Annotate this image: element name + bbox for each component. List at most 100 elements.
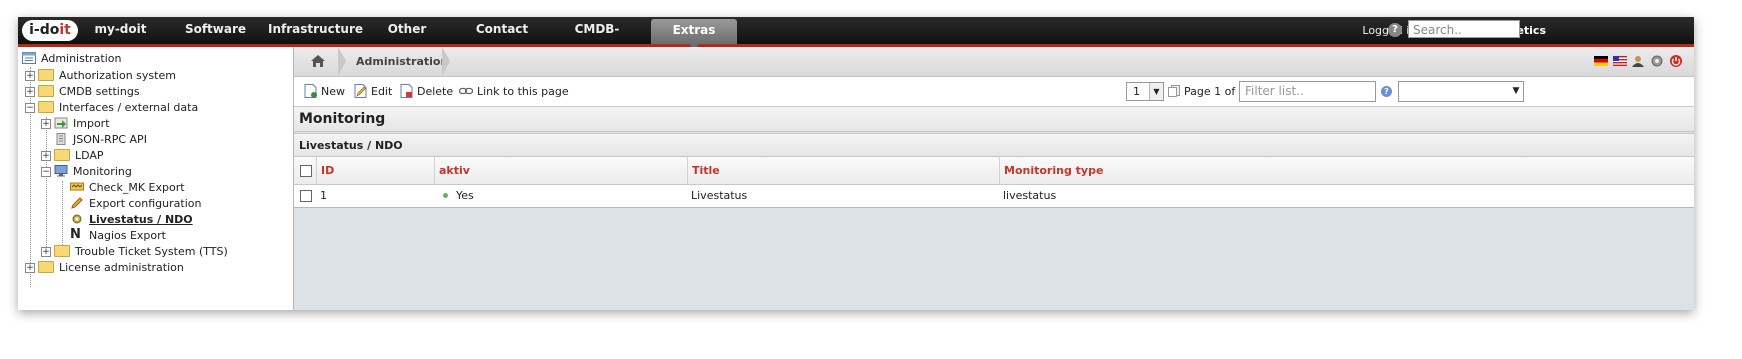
tree-label: Administration bbox=[41, 52, 122, 65]
column-header-id[interactable]: ID bbox=[316, 157, 434, 184]
nav-infrastructure[interactable]: Infrastructure bbox=[268, 17, 363, 44]
edit-button[interactable]: Edit bbox=[354, 77, 392, 106]
folder-icon bbox=[38, 69, 54, 81]
expand-icon[interactable]: + bbox=[41, 119, 51, 129]
tree-item-livestatus-ndo[interactable]: Livestatus / NDO bbox=[70, 212, 193, 228]
page-select-value: 1 bbox=[1133, 85, 1140, 98]
logo-text: i-do bbox=[29, 22, 60, 38]
i-doit-logo[interactable]: i-doit bbox=[22, 20, 78, 41]
column-header-monitoring-type[interactable]: Monitoring type bbox=[999, 157, 1694, 184]
section-title: Monitoring bbox=[294, 107, 1694, 132]
nav-extras[interactable]: Extras bbox=[651, 19, 737, 50]
tree-label: Trouble Ticket System (TTS) bbox=[75, 245, 228, 258]
chevron-down-icon: ▼ bbox=[1512, 86, 1520, 96]
pages-icon bbox=[1168, 85, 1180, 97]
logo-text-accent: it bbox=[59, 22, 71, 38]
app-window: i-doit my-doit Software Infrastructure O… bbox=[18, 17, 1694, 310]
german-flag-icon bbox=[1594, 56, 1608, 66]
tree-root-administration[interactable]: Administration bbox=[22, 51, 122, 67]
folder-icon bbox=[38, 261, 54, 273]
delete-label: Delete bbox=[417, 85, 454, 98]
row-checkbox[interactable] bbox=[300, 190, 312, 202]
link-icon bbox=[459, 87, 473, 95]
tree-line bbox=[30, 67, 31, 287]
status-dot-icon bbox=[443, 192, 448, 198]
page-info: Page 1 of 1 bbox=[1168, 77, 1246, 106]
tree-item-ldap[interactable]: LDAP bbox=[54, 148, 104, 164]
info-icon[interactable]: ? bbox=[1388, 23, 1402, 37]
tree-item-export-configuration[interactable]: Export configuration bbox=[70, 196, 201, 212]
filter-list-input[interactable]: Filter list.. bbox=[1239, 81, 1376, 102]
tree-label: Livestatus / NDO bbox=[89, 213, 193, 226]
search-input[interactable]: Search.. bbox=[1408, 20, 1520, 38]
tree-label: JSON-RPC API bbox=[73, 133, 147, 146]
chevron-down-icon: ▼ bbox=[1149, 83, 1163, 100]
tree-item-authorization[interactable]: Authorization system bbox=[38, 68, 176, 84]
nagios-n-icon: N bbox=[70, 227, 81, 242]
section-subtitle: Livestatus / NDO bbox=[294, 133, 1694, 157]
settings-gear-icon bbox=[1651, 55, 1663, 67]
select-all-checkbox[interactable] bbox=[300, 165, 312, 177]
folder-open-icon bbox=[38, 101, 54, 113]
delete-button[interactable]: Delete bbox=[400, 77, 453, 106]
nav-contact[interactable]: Contact bbox=[465, 17, 539, 44]
tree-item-json-rpc-api[interactable]: JSON-RPC API bbox=[54, 132, 147, 148]
column-header-aktiv[interactable]: aktiv bbox=[434, 157, 687, 184]
language-and-user-icons bbox=[1594, 55, 1682, 67]
link-to-page-button[interactable]: Link to this page bbox=[459, 77, 569, 106]
tree-item-nagios-export[interactable]: N Nagios Export bbox=[70, 228, 166, 244]
expand-icon[interactable]: + bbox=[25, 71, 35, 81]
expand-icon[interactable]: + bbox=[25, 87, 35, 97]
expand-icon[interactable]: + bbox=[25, 263, 35, 273]
us-flag-icon bbox=[1612, 55, 1628, 67]
edit-document-icon bbox=[354, 84, 367, 98]
filter-column-select[interactable]: ▼ bbox=[1398, 81, 1524, 102]
cell-title: Livestatus bbox=[691, 189, 748, 202]
new-label: New bbox=[321, 85, 345, 98]
tree-label: Import bbox=[73, 117, 110, 130]
tree-label: Nagios Export bbox=[89, 229, 166, 242]
collapse-icon[interactable]: − bbox=[25, 103, 35, 113]
tree-label: Check_MK Export bbox=[89, 181, 185, 194]
import-icon bbox=[54, 117, 68, 129]
tree-item-cmdb-settings[interactable]: CMDB settings bbox=[38, 84, 140, 100]
user-icon bbox=[1632, 56, 1644, 67]
tree-item-tts[interactable]: Trouble Ticket System (TTS) bbox=[54, 244, 228, 260]
column-header-title[interactable]: Title bbox=[687, 157, 999, 184]
page-select[interactable]: 1 ▼ bbox=[1126, 82, 1164, 101]
tree-label: Export configuration bbox=[89, 197, 202, 210]
nav-other[interactable]: Other bbox=[374, 17, 440, 44]
tree-item-import[interactable]: Import bbox=[54, 116, 110, 132]
page-info-text: Page 1 of 1 bbox=[1184, 85, 1246, 98]
expand-icon[interactable]: + bbox=[41, 247, 51, 257]
tree-label: Interfaces / external data bbox=[59, 101, 199, 114]
admin-window-icon bbox=[22, 52, 36, 64]
tree-label: License administration bbox=[59, 261, 184, 274]
table-header: ID aktiv Title Monitoring type bbox=[294, 157, 1694, 185]
nav-software[interactable]: Software bbox=[178, 17, 253, 44]
breadcrumb-separator bbox=[442, 47, 450, 76]
tree-item-interfaces[interactable]: Interfaces / external data bbox=[38, 100, 198, 116]
pencil-icon bbox=[71, 197, 83, 209]
tree-item-license-administration[interactable]: License administration bbox=[38, 260, 184, 276]
delete-document-icon bbox=[400, 84, 413, 98]
logout-icon bbox=[1670, 55, 1682, 67]
expand-icon[interactable]: + bbox=[41, 151, 51, 161]
collapse-icon[interactable]: − bbox=[41, 167, 51, 177]
nav-my-doit[interactable]: my-doit bbox=[93, 17, 148, 44]
new-button[interactable]: New bbox=[304, 77, 345, 106]
help-icon[interactable]: ? bbox=[1381, 86, 1392, 97]
main-content: Administration New Edit Delete Link to t… bbox=[294, 47, 1694, 310]
sidebar-tree: Administration + Authorization system + … bbox=[18, 47, 294, 310]
breadcrumb-current[interactable]: Administration bbox=[356, 47, 448, 76]
records-table: ID aktiv Title Monitoring type 1 Yes Liv… bbox=[294, 157, 1694, 208]
tree-line bbox=[46, 117, 47, 257]
home-icon[interactable] bbox=[310, 54, 326, 68]
api-server-icon bbox=[56, 133, 66, 145]
tree-item-monitoring[interactable]: Monitoring bbox=[54, 164, 132, 180]
table-row[interactable]: 1 Yes Livestatus livestatus bbox=[294, 185, 1694, 208]
tree-item-check-mk-export[interactable]: Check_MK Export bbox=[70, 180, 185, 196]
cell-aktiv-text: Yes bbox=[456, 189, 474, 202]
nav-cmdb-explorer[interactable]: CMDB-Explorer bbox=[553, 17, 641, 60]
header-icons bbox=[1594, 54, 1690, 71]
